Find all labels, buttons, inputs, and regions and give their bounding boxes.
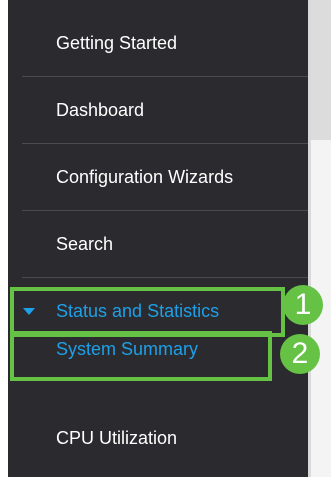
highlight-box-2	[10, 331, 272, 381]
sidebar-item-label: Configuration Wizards	[56, 166, 234, 187]
step-badge-number: 2	[291, 337, 309, 370]
step-badge-number: 1	[294, 288, 312, 321]
sidebar-item-search[interactable]: Search	[8, 211, 308, 277]
sidebar-item-configuration-wizards[interactable]: Configuration Wizards	[8, 144, 308, 210]
highlight-box-1	[10, 287, 285, 337]
sidebar-item-cpu-utilization[interactable]: CPU Utilization	[8, 405, 308, 471]
content-edge	[308, 0, 331, 477]
sidebar-item-label: CPU Utilization	[56, 427, 178, 448]
sidebar-item-label: Getting Started	[56, 32, 178, 53]
sidebar-nav: Getting Started Dashboard Configuration …	[8, 0, 308, 477]
sidebar-item-label: Search	[56, 233, 114, 254]
sidebar-item-getting-started[interactable]: Getting Started	[8, 10, 308, 76]
step-badge-2: 2	[280, 334, 320, 374]
sidebar-item-label: Dashboard	[56, 99, 145, 120]
content-header-strip	[311, 0, 331, 140]
sidebar-item-dashboard[interactable]: Dashboard	[8, 77, 308, 143]
step-badge-1: 1	[283, 285, 323, 325]
